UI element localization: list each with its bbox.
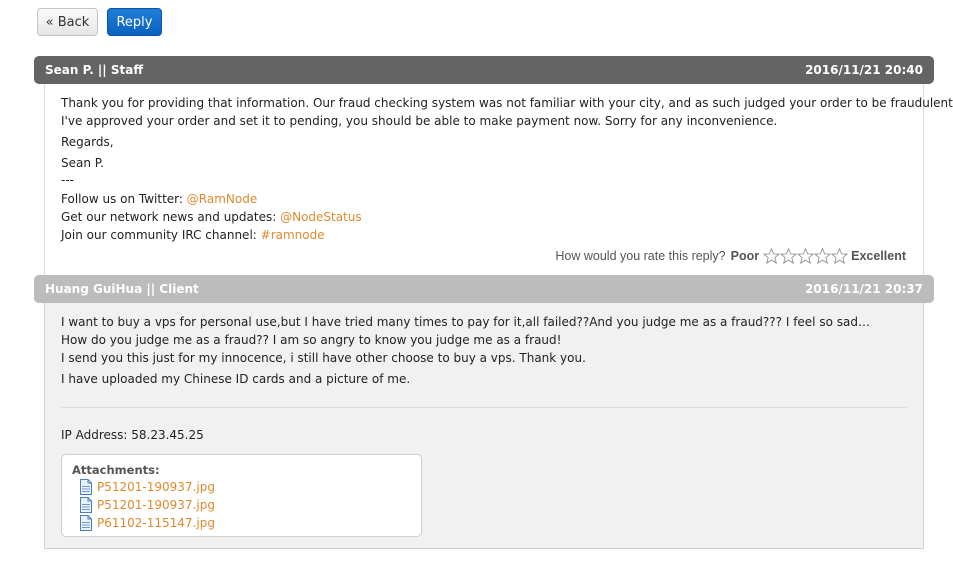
message-line: I want to buy a vps for personal use,but… — [61, 315, 870, 329]
twitter-prefix: Follow us on Twitter: — [61, 192, 187, 206]
message-line: I've approved your order and set it to p… — [61, 114, 778, 128]
rating-stars — [763, 248, 849, 264]
message-timestamp: 2016/11/21 20:40 — [805, 63, 923, 77]
irc-line: Join our community IRC channel: #ramnode — [61, 228, 325, 242]
staff-message-header: Sean P. || Staff 2016/11/21 20:40 — [34, 56, 934, 84]
rating-prompt: How would you rate this reply? — [555, 249, 726, 263]
divider — [61, 407, 907, 408]
star-outline-icon[interactable] — [814, 248, 832, 264]
attachment-link[interactable]: P61102-115147.jpg — [97, 516, 215, 530]
rating-high-label: Excellent — [851, 249, 906, 263]
back-button[interactable]: « Back — [37, 8, 98, 36]
network-news-prefix: Get our network news and updates: — [61, 210, 281, 224]
star-outline-icon[interactable] — [763, 248, 781, 264]
attachments-box: Attachments: P51201-190937.jpg P51201-19… — [61, 454, 422, 537]
message-line: Regards, — [61, 135, 114, 149]
file-icon — [80, 497, 92, 513]
attachment-item[interactable]: P61102-115147.jpg — [79, 515, 215, 531]
file-icon — [80, 515, 92, 531]
message-line: How do you judge me as a fraud?? I am so… — [61, 333, 562, 347]
message-line: Thank you for providing that information… — [61, 96, 953, 110]
attachment-item[interactable]: P51201-190937.jpg — [79, 479, 215, 495]
star-outline-icon[interactable] — [797, 248, 815, 264]
client-message-body: I want to buy a vps for personal use,but… — [44, 303, 924, 549]
message-line: Sean P. — [61, 156, 104, 170]
twitter-link[interactable]: @RamNode — [187, 192, 257, 206]
client-message-header: Huang GuiHua || Client 2016/11/21 20:37 — [34, 275, 934, 303]
rating-low-label: Poor — [730, 249, 760, 263]
irc-link[interactable]: #ramnode — [261, 228, 325, 242]
nodestatus-link[interactable]: @NodeStatus — [280, 210, 362, 224]
reply-rating: How would you rate this reply? Poor Exce… — [555, 248, 906, 264]
message-author: Sean P. || Staff — [45, 63, 144, 77]
staff-message-body: Thank you for providing that information… — [44, 84, 953, 275]
signature-separator: --- — [61, 173, 74, 187]
file-icon — [80, 479, 92, 495]
ip-address: IP Address: 58.23.45.25 — [61, 428, 204, 442]
message-timestamp: 2016/11/21 20:37 — [805, 282, 923, 296]
attachment-link[interactable]: P51201-190937.jpg — [97, 480, 215, 494]
attachment-link[interactable]: P51201-190937.jpg — [97, 498, 215, 512]
attachments-label: Attachments: — [72, 463, 160, 477]
reply-button[interactable]: Reply — [107, 8, 162, 36]
message-line: I send you this just for my innocence, i… — [61, 351, 586, 365]
attachment-item[interactable]: P51201-190937.jpg — [79, 497, 215, 513]
star-outline-icon[interactable] — [780, 248, 798, 264]
network-news-line: Get our network news and updates: @NodeS… — [61, 210, 362, 224]
star-outline-icon[interactable] — [831, 248, 849, 264]
message-line: I have uploaded my Chinese ID cards and … — [61, 372, 411, 386]
twitter-line: Follow us on Twitter: @RamNode — [61, 192, 257, 206]
irc-prefix: Join our community IRC channel: — [61, 228, 261, 242]
message-author: Huang GuiHua || Client — [45, 282, 199, 296]
